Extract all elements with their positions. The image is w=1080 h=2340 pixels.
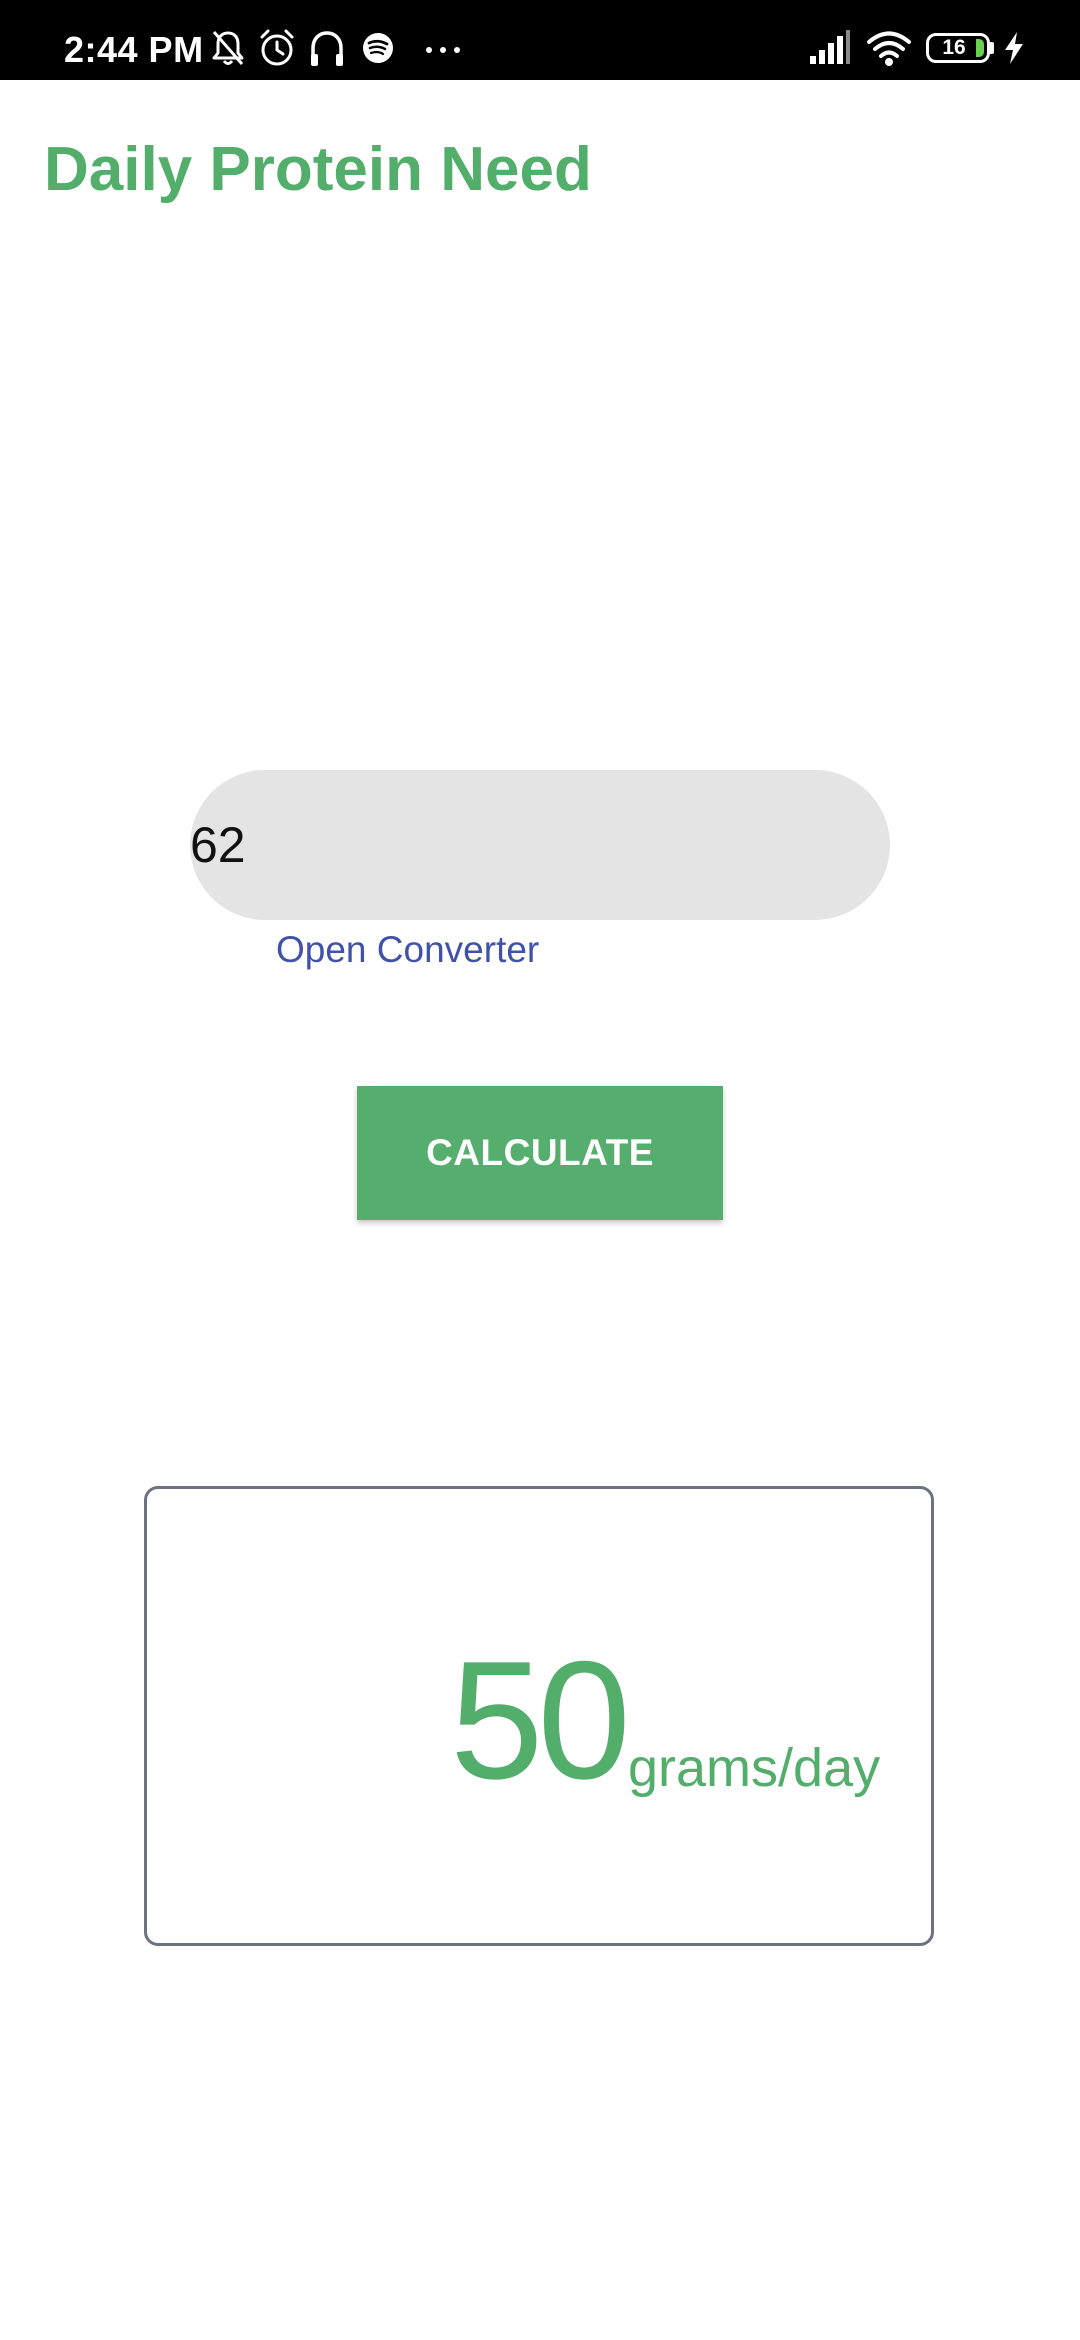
page-title: Daily Protein Need — [44, 135, 592, 204]
signal-icon — [808, 28, 852, 68]
bell-off-icon — [210, 28, 246, 68]
result-unit: grams/day — [628, 1738, 881, 1798]
status-time: 2:44 PM — [64, 29, 204, 70]
battery-icon: 16 — [926, 33, 990, 63]
battery-fill — [976, 39, 984, 57]
charging-bolt-icon — [1002, 30, 1026, 70]
weight-input-value[interactable]: 62 — [190, 770, 246, 920]
more-dots-icon — [422, 28, 464, 68]
headphones-icon — [308, 28, 346, 68]
battery-tip — [990, 42, 994, 54]
status-bar: 2:44 PM 16 — [0, 0, 1080, 80]
wifi-icon — [866, 28, 912, 68]
weight-input[interactable] — [190, 770, 890, 920]
spotify-icon — [360, 28, 396, 68]
open-converter-link[interactable]: Open Converter — [276, 922, 539, 978]
battery-level: 16 — [942, 36, 966, 59]
calculate-button[interactable]: CALCULATE — [357, 1086, 723, 1220]
result-value: 50 — [450, 1626, 631, 1814]
alarm-clock-icon — [258, 28, 296, 68]
